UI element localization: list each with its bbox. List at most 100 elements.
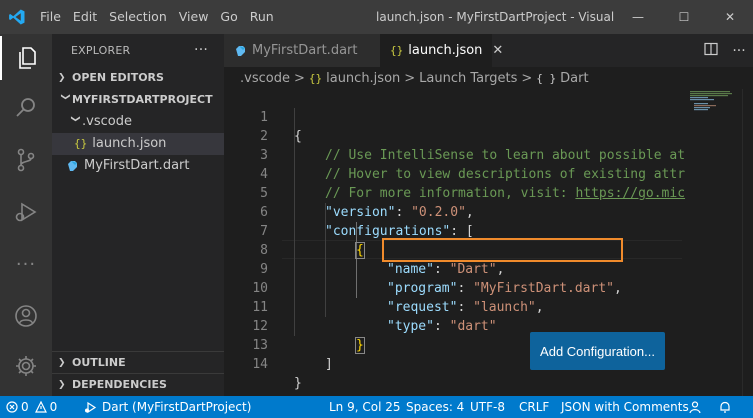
menu-edit[interactable]: Edit <box>67 0 103 34</box>
minimap[interactable] <box>682 89 742 396</box>
code-line: 1 { <box>224 89 753 144</box>
close-window-button[interactable]: ✕ <box>707 0 753 34</box>
window-title: launch.json - MyFirstDartProject - Visua… <box>376 10 616 24</box>
split-editor-icon[interactable] <box>697 42 725 60</box>
json-file-icon: {} <box>308 71 323 85</box>
vscode-logo-icon <box>0 0 34 34</box>
code-line: 3 // Hover to view descriptions of exist… <box>224 127 753 182</box>
activity-bar: ··· <box>0 34 52 396</box>
code-editor[interactable]: 1 { 2 // Use IntelliSense to learn about… <box>224 89 753 396</box>
folder-label: .vscode <box>82 114 132 129</box>
file-label: launch.json <box>92 136 167 151</box>
search-icon[interactable] <box>0 86 52 130</box>
code-line: 10 "request": "launch", <box>224 260 753 315</box>
minimize-button[interactable]: — <box>615 0 661 34</box>
editor-scrollbar[interactable] <box>742 89 753 396</box>
chevron-right-icon: > <box>293 70 305 86</box>
open-editors-section[interactable]: ❯ OPEN EDITORS <box>52 67 224 89</box>
tree-folder-vscode[interactable]: ❯ .vscode <box>52 111 224 133</box>
debug-target[interactable]: Dart (MyFirstDartProject) <box>84 396 251 418</box>
more-actions-icon[interactable]: ··· <box>725 43 753 59</box>
close-tab-icon[interactable]: ✕ <box>492 43 503 58</box>
code-line: 2 // Use IntelliSense to learn about pos… <box>224 108 753 163</box>
dart-file-icon <box>68 161 77 171</box>
tree-file-launch-json[interactable]: {} launch.json <box>52 133 224 155</box>
outline-label: OUTLINE <box>72 355 126 369</box>
indentation[interactable]: Spaces: 4 <box>406 396 464 418</box>
code-line: 14 } <box>224 336 753 391</box>
chevron-down-icon: ❯ <box>60 93 70 101</box>
object-icon: { } <box>536 71 557 85</box>
source-control-icon[interactable] <box>0 138 52 182</box>
menu-file[interactable]: File <box>34 0 67 34</box>
json-file-icon: {} <box>390 44 404 57</box>
code-line: 13 ] <box>224 317 753 372</box>
language-mode[interactable]: JSON with Comments <box>561 396 689 418</box>
debug-target-label: Dart (MyFirstDartProject) <box>102 400 252 414</box>
explorer-sidebar: EXPLORER ··· ❯ OPEN EDITORS ❯ MYFIRSTDAR… <box>52 34 224 396</box>
explorer-more-actions-icon[interactable]: ··· <box>194 34 208 67</box>
tab-actions: ··· <box>697 34 753 67</box>
breadcrumb: .vscode > {} launch.json > Launch Target… <box>224 67 753 89</box>
warning-count: 0 <box>49 400 58 414</box>
feedback-icon[interactable] <box>688 396 702 418</box>
chevron-down-icon: ❯ <box>70 115 80 123</box>
file-label: MyFirstDart.dart <box>84 158 190 173</box>
breadcrumb-launch-targets[interactable]: Launch Targets <box>419 71 517 86</box>
dependencies-section[interactable]: ❯ DEPENDENCIES <box>52 373 224 395</box>
account-icon[interactable] <box>0 294 52 338</box>
tab-myfirstdart[interactable]: MyFirstDart.dart <box>224 34 380 67</box>
code-line: 6 "configurations": [ <box>224 184 753 239</box>
title-bar: File Edit Selection View Go Run launch.j… <box>0 0 753 34</box>
menu-bar: File Edit Selection View Go Run <box>34 0 280 34</box>
error-count: 0 <box>21 400 29 414</box>
menu-selection[interactable]: Selection <box>103 0 173 34</box>
breadcrumb-file[interactable]: launch.json <box>326 71 400 86</box>
error-icon <box>6 401 18 413</box>
status-bar: 0 0 Dart (MyFirstDartProject) Ln 9, Col … <box>0 396 753 418</box>
chevron-right-icon: ❯ <box>58 73 66 83</box>
project-section[interactable]: ❯ MYFIRSTDARTPROJECT <box>52 89 224 111</box>
bracket: ] <box>325 357 333 372</box>
person-icon <box>689 401 701 414</box>
tree-file-dart[interactable]: MyFirstDart.dart <box>52 155 224 177</box>
breadcrumb-dart[interactable]: Dart <box>560 71 588 86</box>
debug-icon <box>85 401 97 413</box>
dart-file-icon <box>236 45 245 56</box>
warning-icon <box>34 401 47 413</box>
project-label: MYFIRSTDARTPROJECT <box>72 93 213 106</box>
maximize-button[interactable]: ☐ <box>661 0 707 34</box>
more-views-icon[interactable]: ··· <box>0 242 52 286</box>
code-line: 12 } <box>224 298 753 354</box>
menu-view[interactable]: View <box>173 0 215 34</box>
chevron-right-icon: > <box>404 70 416 86</box>
chevron-right-icon: > <box>521 70 533 86</box>
manage-gear-icon[interactable] <box>0 344 52 388</box>
run-debug-icon[interactable] <box>0 190 52 234</box>
line-ending[interactable]: CRLF <box>519 396 549 418</box>
json-file-icon: {} <box>74 137 88 150</box>
cursor-position[interactable]: Ln 9, Col 25 <box>329 396 401 418</box>
menu-go[interactable]: Go <box>214 0 243 34</box>
code-line: 7 { <box>224 203 753 259</box>
line-number: 14 <box>252 357 268 372</box>
tab-label: MyFirstDart.dart <box>252 43 358 58</box>
explorer-icon[interactable] <box>0 36 52 80</box>
code-line: 11 "type": "dart" <box>224 279 753 334</box>
breadcrumb-folder[interactable]: .vscode <box>240 71 290 86</box>
open-editors-label: OPEN EDITORS <box>72 71 164 84</box>
brace: } <box>294 376 302 391</box>
outline-section[interactable]: ❯ OUTLINE <box>52 351 224 373</box>
editor-tabs: MyFirstDart.dart {} launch.json ✕ ··· <box>224 34 753 67</box>
menu-run[interactable]: Run <box>244 0 280 34</box>
problems-indicator[interactable]: 0 0 <box>6 396 57 418</box>
tab-launch-json[interactable]: {} launch.json ✕ <box>380 34 503 67</box>
explorer-title: EXPLORER <box>71 44 131 57</box>
tab-label: launch.json <box>408 43 483 58</box>
explorer-header: EXPLORER ··· <box>52 34 224 67</box>
program-line-highlight-box <box>382 238 623 262</box>
notifications-bell-icon[interactable] <box>718 396 732 418</box>
add-configuration-button[interactable]: Add Configuration... <box>530 332 665 370</box>
encoding[interactable]: UTF-8 <box>470 396 505 418</box>
chevron-right-icon: ❯ <box>58 357 66 368</box>
